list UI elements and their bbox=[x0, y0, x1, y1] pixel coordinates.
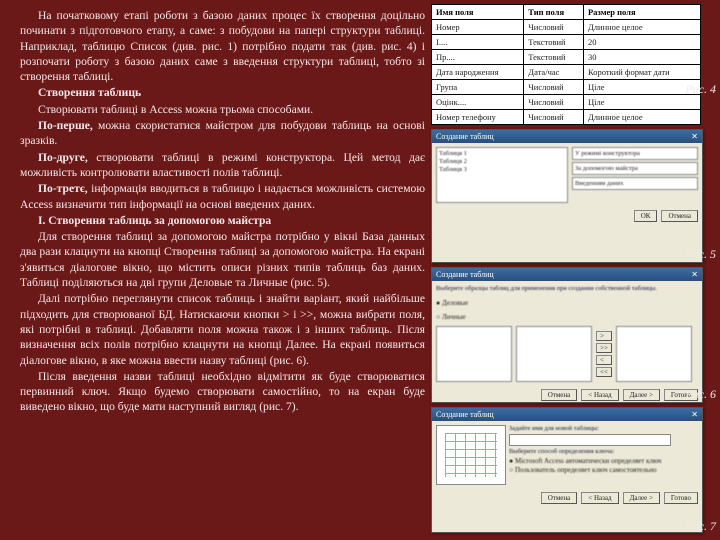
col-header: Тип поля bbox=[524, 5, 584, 20]
paragraph: Далі потрібно переглянути список таблиць… bbox=[20, 291, 425, 367]
cancel-button[interactable]: Отмена bbox=[541, 492, 578, 504]
next-button[interactable]: Далее > bbox=[623, 492, 660, 504]
radio-auto-key[interactable]: Microsoft Access автоматически определяе… bbox=[509, 457, 698, 465]
create-option[interactable]: Введенням даних bbox=[572, 177, 698, 190]
figure-caption: Рис. 6 bbox=[685, 387, 716, 402]
paragraph: По-перше, можна скористатися майстром дл… bbox=[20, 118, 425, 149]
wizard-name-key: Создание таблиц✕ Задайте имя для новой т… bbox=[431, 407, 703, 533]
figure-caption: Рис. 5 bbox=[685, 247, 716, 262]
structure-table: Имя поля Тип поля Размер поля НомерЧисло… bbox=[431, 4, 701, 125]
paragraph: Створювати таблиці в Access можна трьома… bbox=[20, 102, 425, 117]
radio-user-key[interactable]: Пользователь определяет ключ самостоятел… bbox=[509, 466, 698, 474]
preview-pane bbox=[436, 425, 506, 485]
heading-wizard: I. Створення таблиць за допомогою майстр… bbox=[20, 213, 425, 228]
paragraph: Після введення назви таблиці необхідно в… bbox=[20, 369, 425, 415]
radio-business[interactable]: Деловые bbox=[436, 299, 698, 307]
figure-5: Создание таблиц✕ Таблиця 1 Таблиця 2 Таб… bbox=[431, 129, 714, 263]
article-text: На початковому етапі роботи з базою дани… bbox=[0, 0, 429, 540]
move-all-right-button[interactable]: >> bbox=[596, 343, 612, 353]
table-name-input[interactable] bbox=[509, 434, 671, 446]
paragraph: Для створення таблиці за допомогою майст… bbox=[20, 229, 425, 290]
figure-caption: Рис. 7 bbox=[685, 519, 716, 534]
figure-4: Имя поля Тип поля Размер поля НомерЧисло… bbox=[431, 4, 714, 125]
db-window: Создание таблиц✕ Таблиця 1 Таблиця 2 Таб… bbox=[431, 129, 703, 263]
back-button[interactable]: < Назад bbox=[581, 389, 618, 401]
object-list[interactable]: Таблиця 1 Таблиця 2 Таблиця 3 bbox=[436, 147, 568, 203]
wizard-fields: Создание таблиц✕ Выберите образцы таблиц… bbox=[431, 267, 703, 403]
close-icon[interactable]: ✕ bbox=[691, 270, 698, 279]
figure-6: Создание таблиц✕ Выберите образцы таблиц… bbox=[431, 267, 714, 403]
sample-tables-list[interactable] bbox=[436, 326, 512, 382]
sample-fields-list[interactable] bbox=[516, 326, 592, 382]
close-icon[interactable]: ✕ bbox=[691, 132, 698, 141]
col-header: Имя поля bbox=[432, 5, 524, 20]
heading-creating-tables: Створення таблиць bbox=[20, 85, 425, 100]
next-button[interactable]: Далее > bbox=[623, 389, 660, 401]
ok-button[interactable]: ОК bbox=[634, 210, 658, 222]
cancel-button[interactable]: Отмена bbox=[661, 210, 698, 222]
new-table-fields-list[interactable] bbox=[616, 326, 692, 382]
move-all-left-button[interactable]: << bbox=[596, 367, 612, 377]
move-left-button[interactable]: < bbox=[596, 355, 612, 365]
figures-column: Имя поля Тип поля Размер поля НомерЧисло… bbox=[429, 0, 720, 540]
create-option[interactable]: У режимі конструктора bbox=[572, 147, 698, 160]
col-header: Размер поля bbox=[583, 5, 700, 20]
finish-button[interactable]: Готово bbox=[664, 492, 698, 504]
close-icon[interactable]: ✕ bbox=[691, 410, 698, 419]
move-right-button[interactable]: > bbox=[596, 331, 612, 341]
back-button[interactable]: < Назад bbox=[581, 492, 618, 504]
radio-personal[interactable]: Личные bbox=[436, 313, 698, 321]
paragraph: По-друге, створювати таблиці в режимі ко… bbox=[20, 150, 425, 181]
cancel-button[interactable]: Отмена bbox=[541, 389, 578, 401]
create-option[interactable]: За допомогою майстра bbox=[572, 162, 698, 175]
figure-caption: Рис. 4 bbox=[685, 82, 716, 97]
figure-7: Создание таблиц✕ Задайте имя для новой т… bbox=[431, 407, 714, 533]
paragraph: На початковому етапі роботи з базою дани… bbox=[20, 8, 425, 84]
paragraph: По-третє, інформація вводиться в таблицю… bbox=[20, 181, 425, 212]
